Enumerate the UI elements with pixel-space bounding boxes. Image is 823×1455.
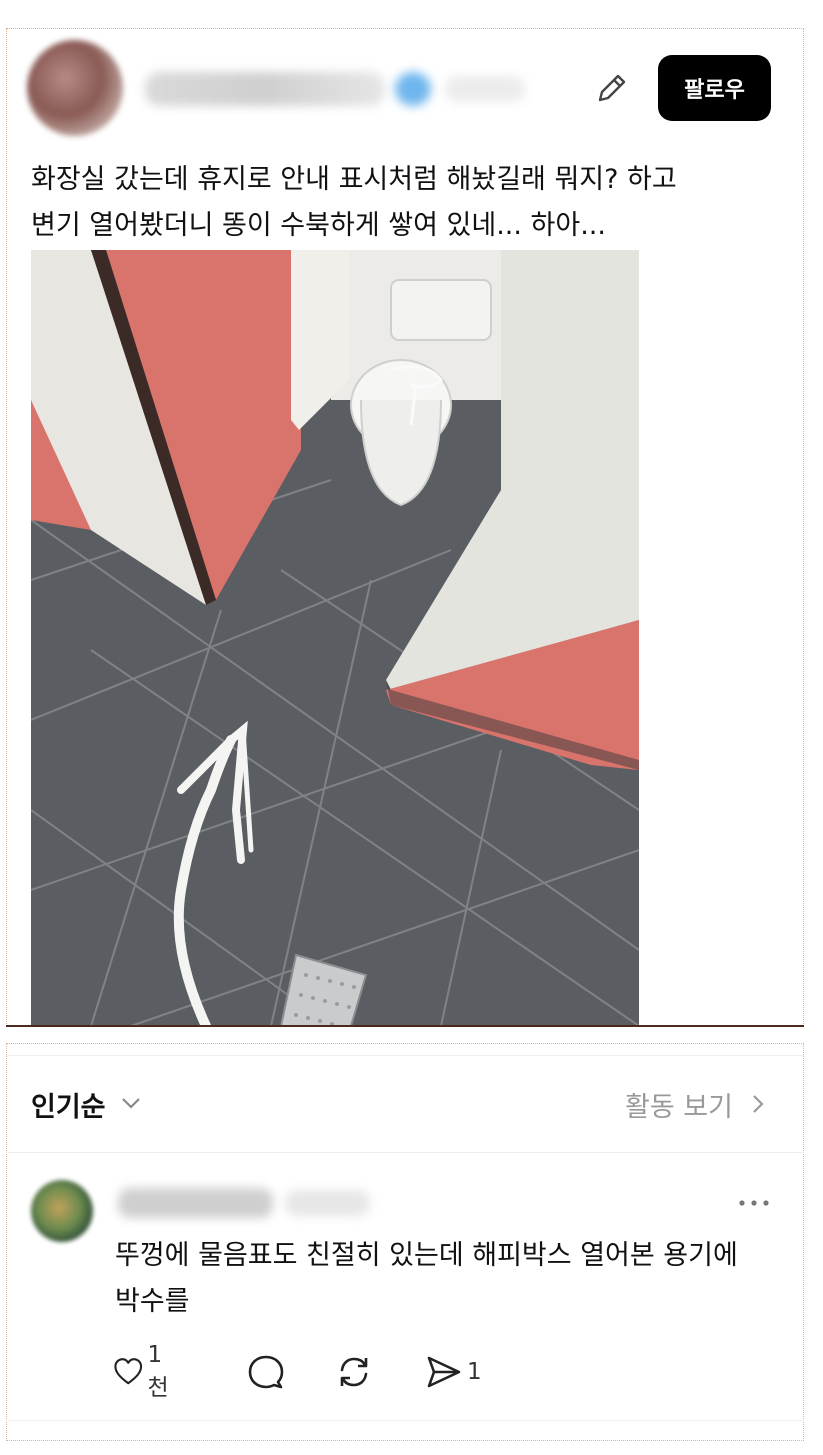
view-activity-link[interactable]: 활동 보기: [625, 1085, 733, 1124]
post-body-text: 화장실 갔는데 휴지로 안내 표시처럼 해놨길래 뭐지? 하고 변기 열어봤더니…: [31, 157, 771, 249]
comment-timestamp-blurred: [285, 1190, 370, 1216]
verified-badge-icon: [395, 72, 431, 106]
section-divider: [6, 1055, 804, 1056]
commenter-name-blurred[interactable]: [118, 1188, 273, 1218]
author-avatar[interactable]: [27, 40, 123, 136]
share-count: 1: [467, 1359, 482, 1385]
restroom-photo-illustration: [31, 250, 639, 1026]
share-button[interactable]: 1: [425, 1352, 482, 1392]
post-photo[interactable]: [31, 250, 639, 1026]
author-name-blurred[interactable]: [145, 72, 385, 106]
heart-icon: [114, 1358, 143, 1385]
commenter-avatar[interactable]: [31, 1180, 93, 1242]
comment-body-text: 뚜껑에 물음표도 친절히 있는데 해피박스 열어본 용기에 박수를: [115, 1233, 795, 1325]
chevron-right-icon[interactable]: [750, 1092, 766, 1116]
like-button[interactable]: 1천: [113, 1342, 176, 1401]
repost-icon: [340, 1357, 368, 1387]
follow-button[interactable]: 팔로우: [658, 55, 771, 121]
sort-dropdown-label[interactable]: 인기순: [31, 1085, 106, 1124]
section-divider: [6, 1152, 804, 1153]
comment-text-line: 박수를: [115, 1286, 190, 1317]
like-count: 1천: [147, 1342, 169, 1401]
repost-button[interactable]: [335, 1352, 373, 1392]
send-icon: [427, 1356, 461, 1388]
speech-bubble-icon: [248, 1355, 284, 1389]
pencil-icon[interactable]: [594, 70, 630, 106]
post-text-line: 변기 열어봤더니 똥이 수북하게 쌓여 있네... 하아...: [31, 210, 606, 241]
comment-text-line: 뚜껑에 물음표도 친절히 있는데 해피박스 열어본 용기에: [115, 1240, 738, 1271]
card-divider: [6, 1025, 804, 1027]
post-text-line: 화장실 갔는데 휴지로 안내 표시처럼 해놨길래 뭐지? 하고: [31, 164, 677, 195]
chevron-down-icon[interactable]: [120, 1094, 142, 1112]
reply-button[interactable]: [247, 1352, 285, 1392]
section-divider: [6, 1420, 804, 1421]
post-timestamp-blurred: [445, 76, 525, 102]
more-options-icon[interactable]: [737, 1196, 771, 1210]
